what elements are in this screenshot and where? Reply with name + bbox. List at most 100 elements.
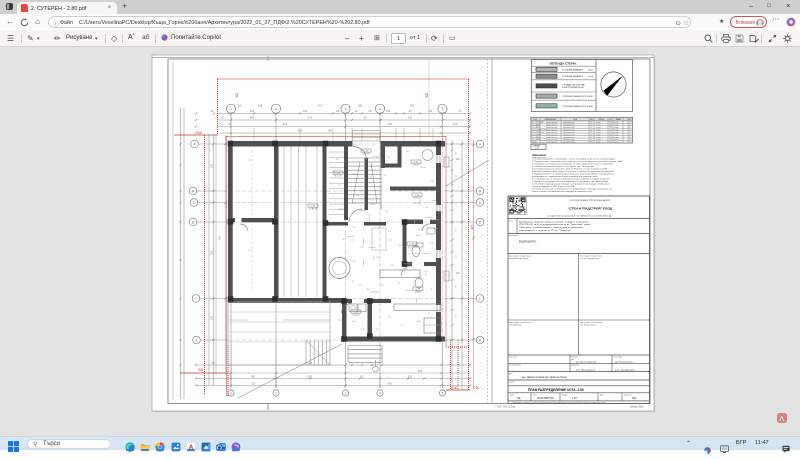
svg-text:9.4: 9.4 [590,125,592,127]
svg-text:ТАВАН: ТАВАН [615,118,622,121]
svg-text:C-02: C-02 [414,161,420,163]
svg-text:част: част [533,394,537,396]
svg-text:90: 90 [398,283,400,285]
svg-text:вароциментова: вароциментова [563,142,575,144]
svg-text:410: 410 [308,375,313,379]
svg-text:обект: обект [509,221,513,223]
svg-text:12.4: 12.4 [609,134,612,136]
svg-text:9.4: 9.4 [590,132,592,134]
svg-text:вароциментова: вароциментова [563,125,575,127]
svg-text:C-04: C-04 [410,243,416,245]
svg-text:фаза: фаза [510,393,514,396]
svg-text:гр. София 1618, ул. Дамяница 3: гр. София 1618, ул. Дамяница 3, тел: 02/… [547,215,611,218]
svg-text:12.4: 12.4 [609,122,612,124]
svg-text:ТОПЛОИЗОЛАЦИЯ XPS 10СМ: ТОПЛОИЗОЛАЦИЯ XPS 10СМ [562,105,593,108]
svg-text:2: 2 [275,391,277,395]
svg-text:латекс: латекс [596,122,601,124]
svg-text:90/210: 90/210 [420,167,426,169]
svg-text:циментова зам.: циментова зам. [546,142,558,144]
svg-text:1: 1 [230,107,232,111]
svg-text:циментова зам.: циментова зам. [546,122,558,124]
svg-text:450: 450 [250,116,255,120]
svg-text:9.2: 9.2 [629,142,631,144]
svg-text:M: M [192,189,195,193]
svg-text:5: 5 [442,107,444,111]
svg-text:Г: Г [479,297,481,301]
svg-text:4.1 м²: 4.1 м² [335,175,341,178]
svg-text:латекс: латекс [614,142,619,144]
svg-text:130: 130 [452,386,458,390]
svg-text:гл.ар. борд:: гл.ар. борд: [613,357,623,359]
svg-text:9.2: 9.2 [629,139,631,141]
svg-text:ТУХЛЕНА ЗИДАРИЯ: ТУХЛЕНА ЗИДАРИЯ [562,68,583,71]
svg-text:300: 300 [470,225,474,230]
svg-text:9.4: 9.4 [590,127,592,129]
svg-text:90: 90 [352,281,354,283]
svg-text:ЛЕГЕНДА СТЕНИ:: ЛЕГЕНДА СТЕНИ: [549,62,576,66]
svg-text:ТОПЛОИЗОЛАЦИЯ XPS 10СМ: ТОПЛОИЗОЛАЦИЯ XPS 10СМ [562,95,593,98]
svg-text:1.20: 1.20 [352,227,356,229]
svg-text:латекс: латекс [596,129,601,131]
svg-text:латекс: латекс [596,127,601,129]
svg-text:арх.: арх. [571,359,575,361]
svg-text:C-05: C-05 [354,311,360,313]
svg-text:циментова зам.: циментова зам. [546,129,558,131]
svg-text:Забележки:: Забележки: [532,154,546,157]
svg-text:АРХИТЕКТУРА: АРХИТЕКТУРА [537,397,554,400]
svg-text:790: 790 [328,129,333,133]
svg-text:циментова зам.: циментова зам. [546,139,558,141]
svg-text:латекс: латекс [614,129,619,131]
svg-text:“Овча купел”, Столична община,: “Овча купел”, Столична община, съгласно … [519,227,584,229]
svg-text:9.4: 9.4 [590,134,592,136]
svg-text:3: 3 [345,391,347,395]
svg-text:20: 20 [388,317,390,319]
svg-text:ПД: ПД [517,397,521,400]
svg-text:12: 12 [342,239,344,241]
svg-text:230: 230 [303,109,308,113]
svg-text:проверил:: проверил: [571,365,579,367]
svg-text:275: 275 [308,116,313,120]
svg-text:латекс: латекс [614,125,619,127]
svg-text:Б: Б [193,201,195,205]
svg-text:12.4: 12.4 [609,127,612,129]
svg-text:12: 12 [344,161,346,163]
svg-text:9.2: 9.2 [629,134,631,136]
svg-text:разрешение на гл. архитект на: разрешение на гл. архитект на СО, ул. “Р… [519,230,572,232]
svg-text:410: 410 [250,109,255,113]
svg-text:М2: М2 [590,119,593,121]
svg-text:чертеж:: чертеж: [509,382,516,384]
svg-text:2: 2 [275,107,277,111]
svg-text:ЕТ ПРОЕКТИРАНЕ И СТРОИТЕЛЕН НА: ЕТ ПРОЕКТИРАНЕ И СТРОИТЕЛЕН НАДЗОР [570,199,611,202]
svg-text:СТЕНИ: СТЕНИ [598,119,605,121]
svg-text:12.4: 12.4 [609,125,612,127]
svg-text:Б: Б [479,201,481,205]
svg-text:411: 411 [388,122,393,126]
svg-text:СТОМАНОБЕТОНОВА: СТОМАНОБЕТОНОВА [562,83,585,86]
svg-text:терена и котите на прилежащите: терена и котите на прилежащите площадки … [532,191,593,193]
svg-text:75: 75 [408,254,410,256]
svg-text:20: 20 [426,207,428,209]
svg-text:±0.00: ±0.00 [416,235,421,237]
svg-text:8.70 м²: 8.70 м² [413,197,420,200]
svg-text:вароциментова: вароциментова [563,137,575,139]
svg-text:300: 300 [425,92,429,98]
svg-text:латекс: латекс [614,132,619,134]
svg-text:45: 45 [428,313,430,315]
svg-text:2.10: 2.10 [376,257,380,259]
svg-text:12.90 м²: 12.90 м² [309,208,318,211]
svg-text:3.76 м²: 3.76 м² [352,314,359,317]
svg-text:M: M [479,189,482,193]
svg-text:9.2: 9.2 [629,125,631,127]
svg-text:М2: М2 [629,119,632,121]
svg-text:300: 300 [210,315,213,320]
svg-text:300: 300 [210,163,213,168]
svg-text:1.02 м²: 1.02 м² [362,153,369,156]
svg-text:12.4: 12.4 [609,129,612,131]
svg-text:М2: М2 [609,119,612,121]
svg-text:латекс: латекс [596,142,601,144]
svg-text:УПИ XVII-102, кв.21 от регулац: УПИ XVII-102, кв.21 от регулационния пла… [519,223,591,226]
svg-text:22.47 м²: 22.47 м² [408,246,417,249]
svg-text:12.4: 12.4 [609,137,612,139]
svg-text:300: 300 [219,235,222,240]
svg-text:90: 90 [376,329,378,331]
